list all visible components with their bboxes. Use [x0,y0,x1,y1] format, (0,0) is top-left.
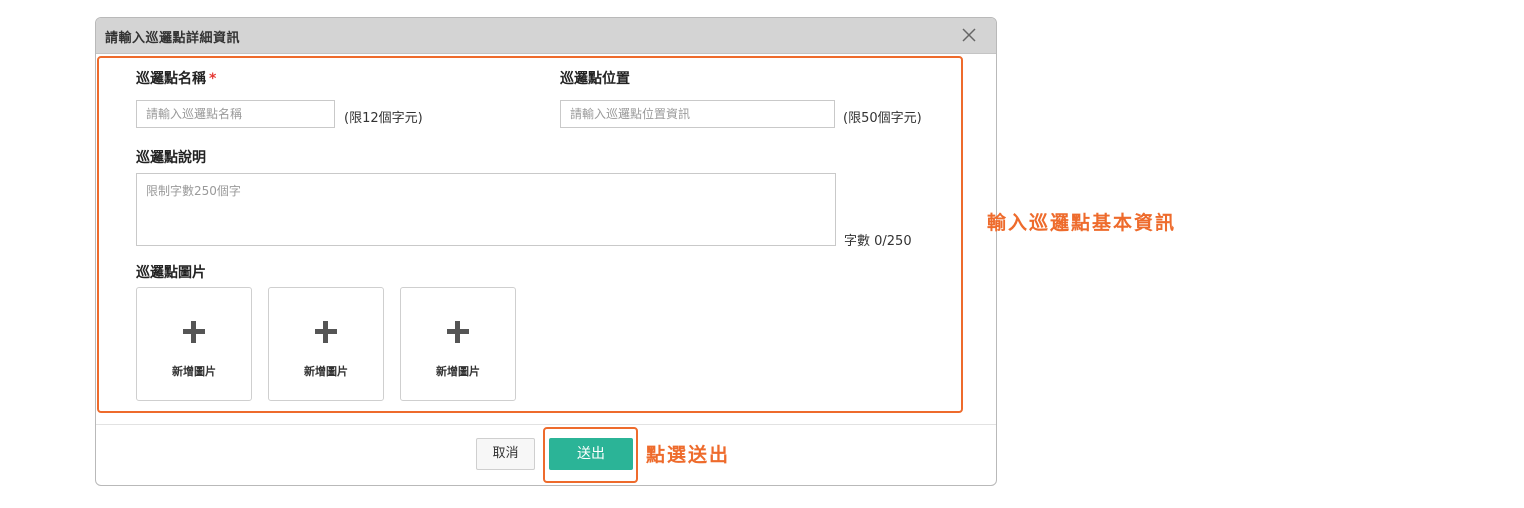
plus-icon [183,321,205,343]
location-label: 巡邏點位置 [560,71,630,87]
plus-icon [447,321,469,343]
description-textarea[interactable] [136,173,836,246]
add-image-label: 新增圖片 [172,365,216,378]
add-image-label: 新增圖片 [436,365,480,378]
close-icon[interactable] [960,26,978,44]
images-label: 巡邏點圖片 [136,265,206,281]
form-annotation-text: 輸入巡邏點基本資訊 [987,212,1177,234]
add-image-tile-1[interactable]: 新增圖片 [136,287,252,401]
footer-divider [96,424,996,425]
location-limit-hint: (限50個字元) [843,111,922,126]
add-image-tile-2[interactable]: 新增圖片 [268,287,384,401]
name-label: 巡邏點名稱 * [136,68,216,88]
submit-button[interactable]: 送出 [549,438,633,470]
required-mark: * [209,71,217,87]
description-label: 巡邏點說明 [136,150,206,166]
dialog-header: 請輸入巡邏點詳細資訊 [96,18,996,54]
description-counter: 字數 0/250 [844,234,912,249]
name-label-text: 巡邏點名稱 [136,71,206,87]
cancel-button[interactable]: 取消 [476,438,535,470]
dialog-title: 請輸入巡邏點詳細資訊 [105,31,241,46]
location-input[interactable] [560,100,835,128]
plus-icon [315,321,337,343]
name-input[interactable] [136,100,335,128]
name-limit-hint: (限12個字元) [344,111,423,126]
submit-annotation-text: 點選送出 [646,444,731,466]
patrol-point-dialog: 請輸入巡邏點詳細資訊 巡邏點名稱* (限12個字元) 巡邏點位置 (限50個字元… [95,17,997,486]
add-image-tile-3[interactable]: 新增圖片 [400,287,516,401]
add-image-label: 新增圖片 [304,365,348,378]
screenshot-stage: 請輸入巡邏點詳細資訊 巡邏點名稱* (限12個字元) 巡邏點位置 (限50個字元… [0,0,1524,508]
